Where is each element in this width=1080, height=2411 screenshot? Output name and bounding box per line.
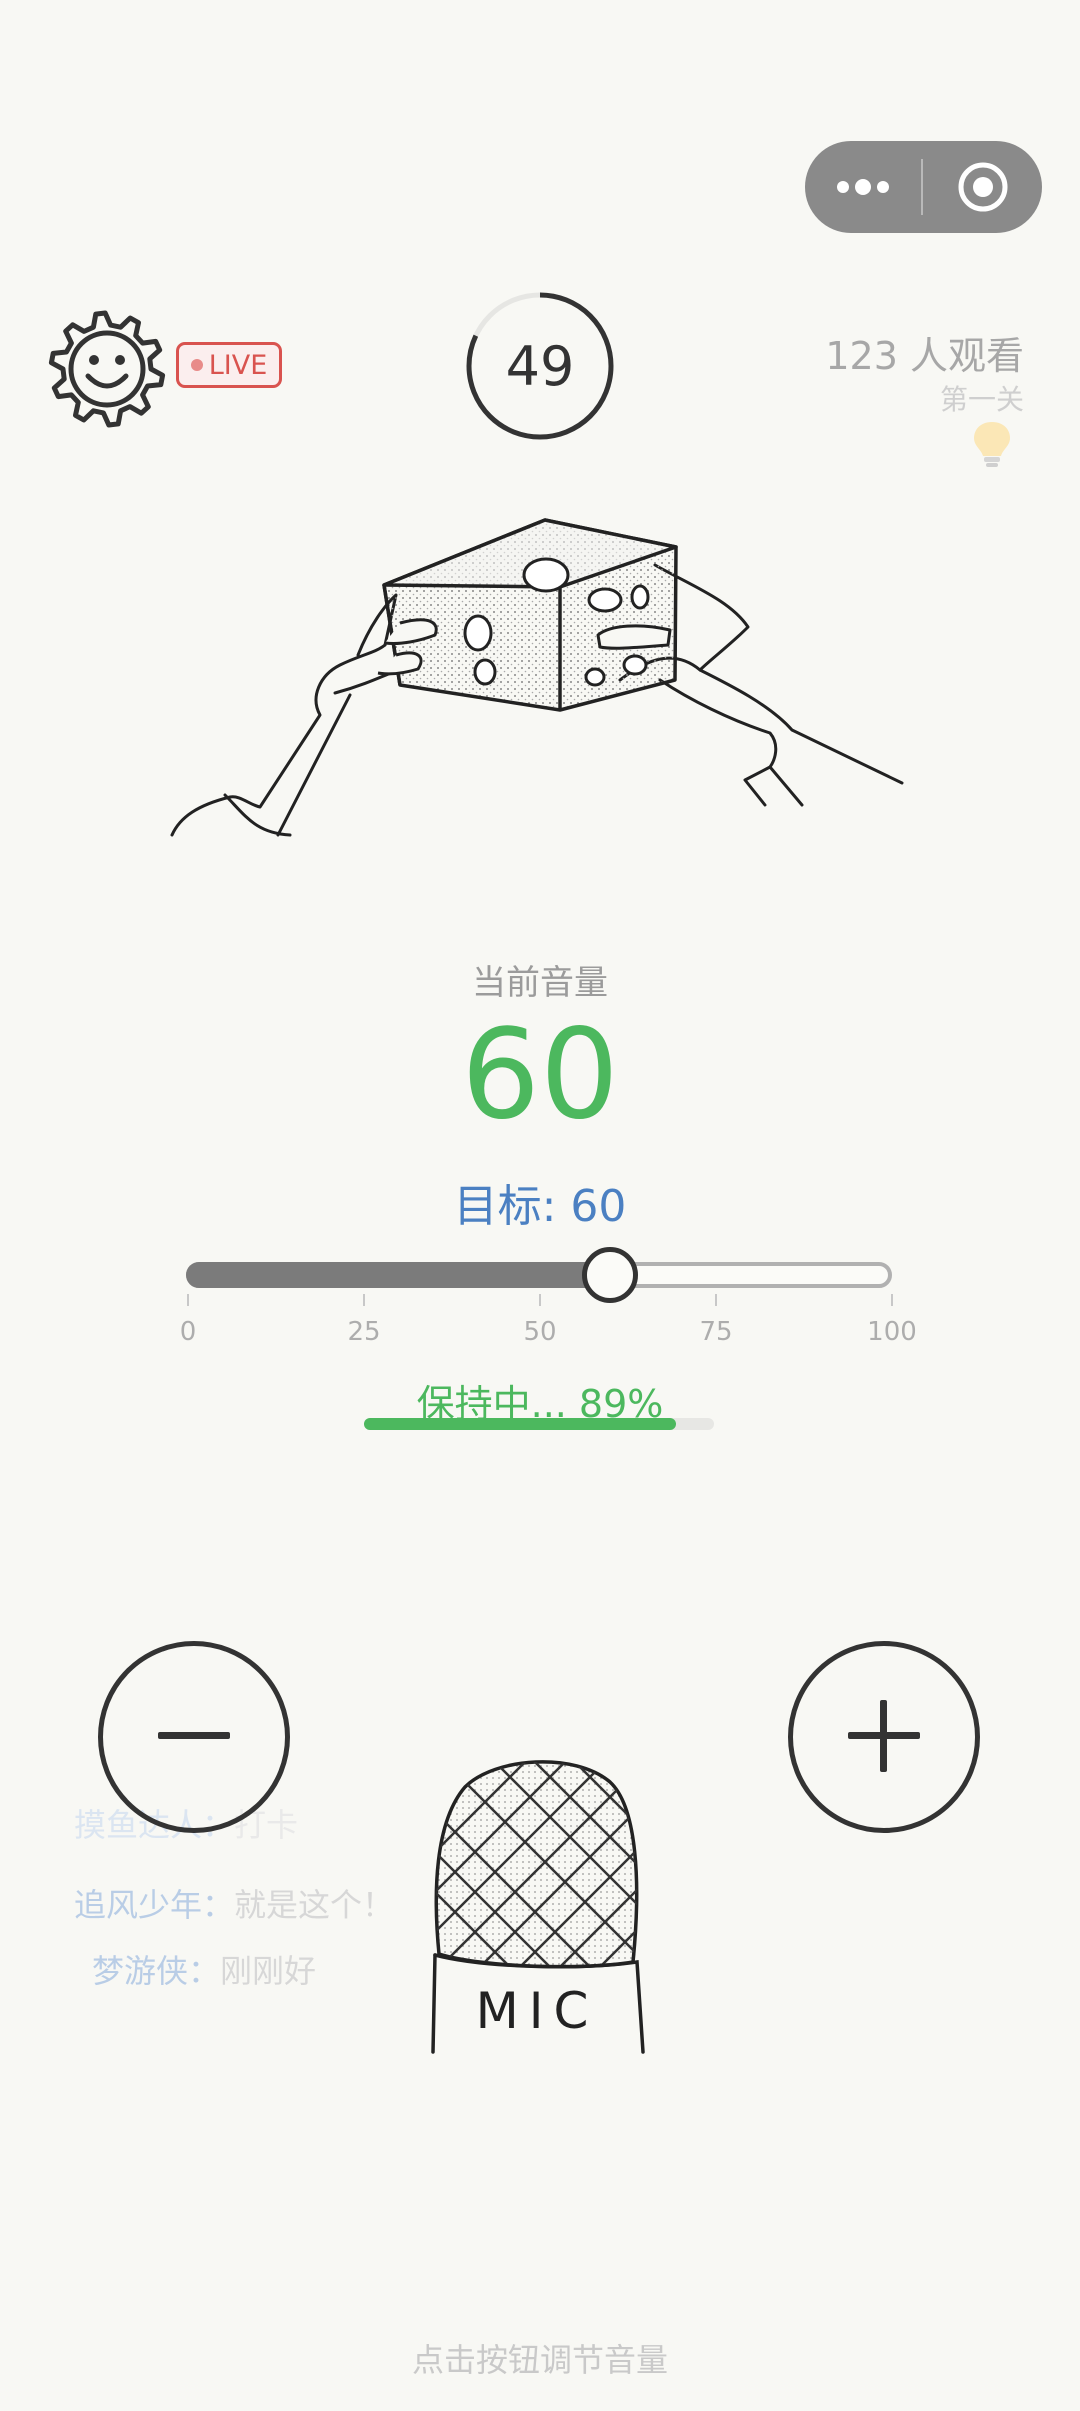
scale-tick [187, 1294, 189, 1306]
target-volume: 目标: 60 [453, 1181, 627, 1232]
comment-author: 追风少年： [74, 1886, 235, 1924]
scale-label: 50 [523, 1317, 557, 1347]
viewer-count: 123 人观看 [825, 334, 1024, 378]
scale-tick [715, 1294, 717, 1306]
comment-item: 梦游侠：刚刚好 [92, 1946, 316, 1992]
comment-item: 追风少年：就是这个！ [74, 1880, 394, 1926]
volume-knob[interactable] [581, 1247, 638, 1303]
volume-fill [186, 1262, 610, 1288]
countdown-number: 49 [505, 334, 575, 398]
scale-label: 100 [867, 1317, 917, 1347]
scale-tick [539, 1294, 541, 1306]
scale-label: 25 [347, 1317, 381, 1347]
close-button[interactable] [923, 141, 1042, 233]
comment-text: 刚刚好 [220, 1952, 317, 1990]
gear-smiley-icon [48, 310, 166, 428]
comment-author: 梦游侠： [92, 1952, 221, 1990]
lightbulb-icon[interactable] [968, 418, 1016, 468]
record-target-icon [958, 162, 1007, 212]
comment-text: 就是这个！ [234, 1886, 395, 1924]
scale-label: 75 [699, 1317, 733, 1347]
level-title: 第一关 [939, 383, 1024, 416]
live-label: LIVE [208, 349, 268, 381]
scale-tick [891, 1294, 893, 1306]
miniprogram-capsule [805, 141, 1042, 233]
mic-label: MIC [476, 1982, 599, 2040]
increase-volume-button[interactable] [788, 1641, 980, 1833]
live-dot [190, 359, 203, 371]
current-volume-value: 60 [461, 1003, 619, 1147]
microphone-icon[interactable]: MIC [425, 1752, 657, 2056]
hands-holding-sponge-illustration [170, 518, 904, 837]
hold-progress-fill [364, 1418, 676, 1430]
live-badge: LIVE [176, 342, 282, 388]
more-button[interactable] [805, 141, 921, 233]
scale-tick [363, 1294, 365, 1306]
scale-label: 0 [179, 1317, 197, 1347]
decrease-volume-button[interactable] [98, 1641, 290, 1833]
more-dots-icon [837, 179, 889, 195]
current-volume-label: 当前音量 [472, 963, 608, 1003]
instruction-hint: 点击按钮调节音量 [411, 2341, 668, 2379]
